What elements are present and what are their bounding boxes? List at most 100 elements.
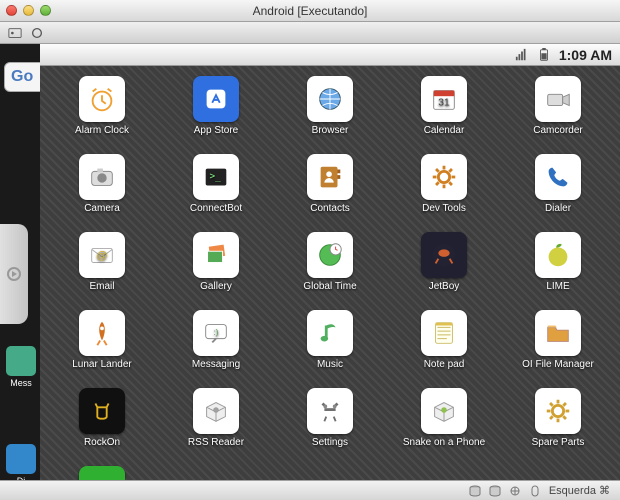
box-icon <box>421 388 467 434</box>
footer-label: Esquerda ⌘ <box>549 484 610 497</box>
app-spare-parts[interactable]: Spare Parts <box>506 388 610 466</box>
app-label: RockOn <box>84 437 120 448</box>
app-oi-file-manager[interactable]: OI File Manager <box>506 310 610 388</box>
close-window-button[interactable] <box>6 5 17 16</box>
app-lunar-lander[interactable]: Lunar Lander <box>50 310 154 388</box>
app-label: Camera <box>84 203 120 214</box>
android-status-bar[interactable]: 1:09 AM <box>40 44 620 66</box>
app-browser[interactable]: Browser <box>278 76 382 154</box>
rocket-icon <box>79 310 125 356</box>
app-music[interactable]: Music <box>278 310 382 388</box>
app-label: Camcorder <box>533 125 582 136</box>
app-lime[interactable]: LIME <box>506 232 610 310</box>
app-snake-on-a-phone[interactable]: Snake on a Phone <box>392 388 496 466</box>
app-label: Note pad <box>424 359 465 370</box>
mouse-icon <box>529 485 541 497</box>
messaging-icon: :) <box>193 310 239 356</box>
terminal-icon: >_ <box>193 154 239 200</box>
app-dev-tools[interactable]: Dev Tools <box>392 154 496 232</box>
app-label: Spare Parts <box>532 437 585 448</box>
music-icon <box>307 310 353 356</box>
disk-icon <box>489 485 501 497</box>
signal-icon <box>515 48 529 62</box>
app-dialer[interactable]: Dialer <box>506 154 610 232</box>
app-connectbot[interactable]: >_ ConnectBot <box>164 154 268 232</box>
app-jetboy[interactable]: JetBoy <box>392 232 496 310</box>
app-email[interactable]: @ Email <box>50 232 154 310</box>
svg-text::): :) <box>213 327 218 337</box>
app-messaging[interactable]: :)Messaging <box>164 310 268 388</box>
folder-icon <box>535 310 581 356</box>
app-gallery[interactable]: Gallery <box>164 232 268 310</box>
settings-icon <box>307 388 353 434</box>
home-icon-dialer[interactable]: Di <box>4 444 38 480</box>
gear-icon <box>421 154 467 200</box>
app-drawer-handle[interactable] <box>0 224 28 324</box>
globetime-icon <box>307 232 353 278</box>
app-label: App Store <box>194 125 238 136</box>
app-label: OI File Manager <box>522 359 594 370</box>
app-note-pad[interactable]: Note pad <box>392 310 496 388</box>
window-title: Android [Executando] <box>0 4 620 18</box>
app-rss-reader[interactable]: RSS Reader <box>164 388 268 466</box>
app-label: Settings <box>312 437 348 448</box>
svg-text:31: 31 <box>438 98 450 109</box>
app-label: Contacts <box>310 203 349 214</box>
contacts-icon <box>307 154 353 200</box>
svg-text:>_: >_ <box>209 171 221 182</box>
google-logo-text: Go <box>11 68 33 86</box>
phone-icon <box>535 154 581 200</box>
app-label: Email <box>89 281 114 292</box>
app-camera[interactable]: Camera <box>50 154 154 232</box>
app-drawer-grid[interactable]: Alarm Clock App Store Browser31Calendar Cam… <box>40 66 620 480</box>
gear-icon <box>535 388 581 434</box>
app-global-time[interactable]: Global Time <box>278 232 382 310</box>
content-area: Go Mess Di 1:09 AM Alarm Clock App Store B… <box>0 44 620 480</box>
alarm-icon <box>79 76 125 122</box>
app-label: RSS Reader <box>188 437 244 448</box>
app-videos[interactable]: Videos <box>50 466 154 480</box>
zoom-window-button[interactable] <box>40 5 51 16</box>
app-label: Lunar Lander <box>72 359 132 370</box>
lime-icon <box>535 232 581 278</box>
network-icon <box>509 485 521 497</box>
app-label: Dialer <box>545 203 571 214</box>
globe-icon <box>307 76 353 122</box>
app-rockon[interactable]: RockOn <box>50 388 154 466</box>
app-label: ConnectBot <box>190 203 242 214</box>
app-label: Snake on a Phone <box>403 437 485 448</box>
mac-toolbar <box>0 22 620 44</box>
home-icon-messaging[interactable]: Mess <box>4 346 38 388</box>
google-search-widget[interactable]: Go <box>4 62 40 92</box>
calendar-icon: 31 <box>421 76 467 122</box>
home-screen-underlay: Go Mess Di <box>0 44 40 480</box>
mac-status-bar: Esquerda ⌘ <box>0 480 620 500</box>
minimize-window-button[interactable] <box>23 5 34 16</box>
gallery-icon <box>193 232 239 278</box>
mac-titlebar: Android [Executando] <box>0 0 620 22</box>
camcorder-icon <box>535 76 581 122</box>
toolbar-icon-2[interactable] <box>30 26 44 40</box>
svg-text:@: @ <box>96 250 107 262</box>
app-label: Alarm Clock <box>75 125 129 136</box>
app-contacts[interactable]: Contacts <box>278 154 382 232</box>
disk-icon <box>469 485 481 497</box>
app-label: Gallery <box>200 281 232 292</box>
app-settings[interactable]: Settings <box>278 388 382 466</box>
app-label: JetBoy <box>429 281 460 292</box>
notepad-icon <box>421 310 467 356</box>
app-label: LIME <box>546 281 569 292</box>
app-app-store[interactable]: App Store <box>164 76 268 154</box>
app-label: Dev Tools <box>422 203 466 214</box>
box-icon <box>193 388 239 434</box>
jetboy-icon <box>421 232 467 278</box>
toolbar-icon-1[interactable] <box>8 26 22 40</box>
play-icon <box>79 466 125 480</box>
app-alarm-clock[interactable]: Alarm Clock <box>50 76 154 154</box>
app-label: Music <box>317 359 343 370</box>
app-calendar[interactable]: 31Calendar <box>392 76 496 154</box>
app-camcorder[interactable]: Camcorder <box>506 76 610 154</box>
appstore-icon <box>193 76 239 122</box>
camera-icon <box>79 154 125 200</box>
status-time: 1:09 AM <box>559 47 612 63</box>
